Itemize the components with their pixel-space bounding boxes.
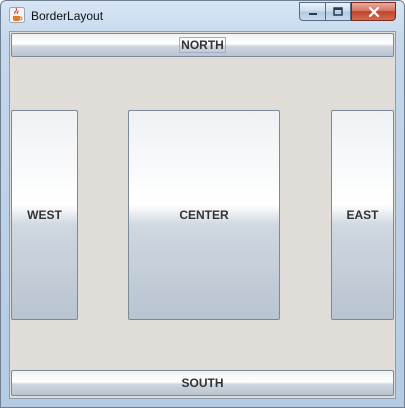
window-controls — [299, 2, 396, 22]
south-button[interactable]: SOUTH — [11, 370, 394, 396]
minimize-icon — [308, 12, 317, 15]
north-button[interactable]: NORTH — [11, 33, 394, 57]
title-bar[interactable]: BorderLayout — [1, 1, 404, 31]
java-cup-icon[interactable] — [9, 7, 25, 23]
east-button[interactable]: EAST — [331, 110, 394, 320]
south-button-label: SOUTH — [181, 376, 224, 390]
close-button[interactable] — [351, 2, 396, 21]
window-title: BorderLayout — [31, 9, 104, 23]
north-button-label: NORTH — [179, 37, 226, 53]
maximize-button[interactable] — [325, 2, 351, 21]
west-button-label: WEST — [27, 208, 62, 222]
minimize-button[interactable] — [299, 2, 325, 21]
east-button-label: EAST — [346, 208, 379, 222]
close-icon — [368, 6, 379, 17]
west-button[interactable]: WEST — [11, 110, 78, 320]
center-button-label: CENTER — [179, 208, 229, 222]
app-window: BorderLayout NORTH WEST CENTER EAST SOUT… — [0, 0, 405, 408]
center-button[interactable]: CENTER — [128, 110, 280, 320]
maximize-icon — [333, 7, 343, 16]
content-pane: NORTH WEST CENTER EAST SOUTH — [9, 31, 396, 399]
